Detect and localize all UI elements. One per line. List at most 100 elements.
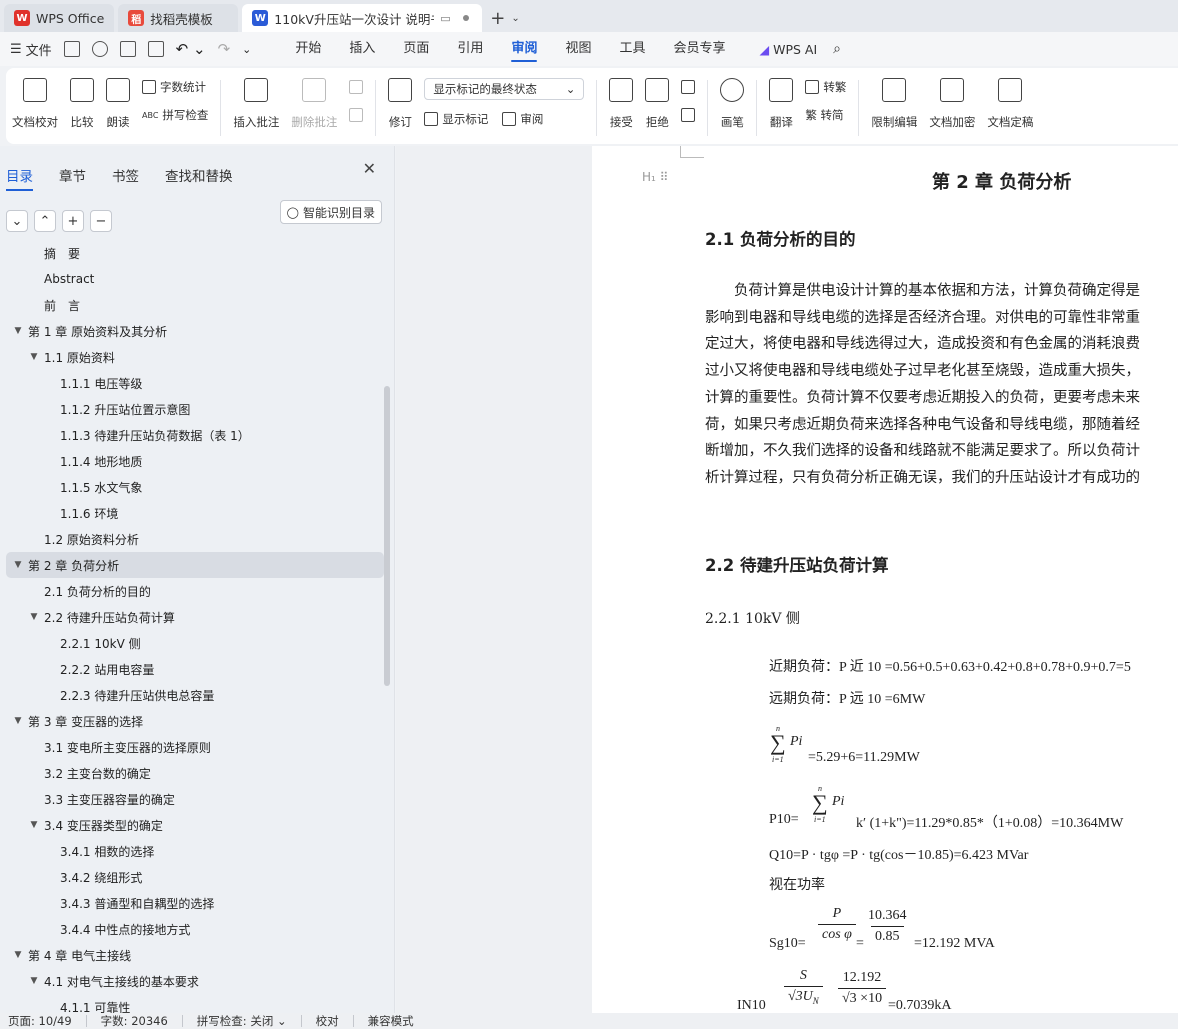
expand-arrow-icon[interactable]: ▼	[12, 950, 24, 960]
expand-arrow-icon[interactable]: ▼	[12, 326, 24, 336]
expand-arrow-icon[interactable]: ▼	[28, 612, 40, 622]
close-icon[interactable]: ✕	[363, 159, 376, 178]
translate-button[interactable]: 翻译	[763, 78, 799, 130]
toc-item[interactable]: 1.1.3 待建升压站负荷数据（表 1）	[6, 422, 384, 448]
toc-item[interactable]: ▼ 第 3 章 变压器的选择	[6, 708, 384, 734]
heading-level-icon[interactable]: H₁ ⠿	[642, 170, 668, 184]
toc-scrollbar[interactable]	[384, 386, 390, 686]
new-tab-button[interactable]: + ⌄	[490, 4, 519, 32]
prev-comment-button[interactable]	[349, 78, 364, 96]
proof-indicator[interactable]: 校对	[316, 1013, 353, 1029]
toc-item[interactable]: ▼ 2.2 待建升压站负荷计算	[6, 604, 384, 630]
collapse-down-button[interactable]: ⌄	[6, 210, 28, 232]
smart-toc-button[interactable]: ◯ 智能识别目录	[279, 200, 382, 224]
menu-tab-tools[interactable]: 工具	[605, 32, 659, 66]
monitor-icon[interactable]: ▭	[440, 12, 450, 25]
to-simplified-button[interactable]: 繁 转简	[805, 106, 846, 124]
redo-icon[interactable]: ↷	[218, 40, 231, 58]
encrypt-button[interactable]: 文档加密	[923, 78, 981, 130]
menu-tab-review[interactable]: 审阅	[497, 32, 551, 66]
toc-item[interactable]: ▼ 1.1 原始资料	[6, 344, 384, 370]
toc-item[interactable]: 1.1.2 升压站位置示意图	[6, 396, 384, 422]
restrict-edit-button[interactable]: 限制编辑	[865, 78, 923, 130]
toc-item[interactable]: 2.1 负荷分析的目的	[6, 578, 384, 604]
expand-arrow-icon[interactable]: ▼	[28, 352, 40, 362]
export-icon[interactable]	[91, 41, 108, 57]
print-preview-icon[interactable]	[147, 41, 164, 57]
page-indicator[interactable]: 页面: 10/49	[8, 1013, 86, 1029]
expand-arrow-icon[interactable]: ▼	[28, 820, 40, 830]
toc-item[interactable]: 摘 要	[6, 240, 384, 266]
menu-tab-member[interactable]: 会员专享	[659, 32, 739, 66]
toc-item[interactable]: 2.2.1 10kV 侧	[6, 630, 384, 656]
toc-item[interactable]: 前 言	[6, 292, 384, 318]
menu-tab-view[interactable]: 视图	[551, 32, 605, 66]
undo-icon[interactable]: ↶ ⌄	[176, 40, 206, 58]
toc-item[interactable]: ▼ 3.4 变压器类型的确定	[6, 812, 384, 838]
accept-button[interactable]: 接受	[603, 78, 639, 130]
toc-item[interactable]: 3.4.2 绕组形式	[6, 864, 384, 890]
reject-button[interactable]: 拒绝	[639, 78, 675, 130]
pen-button[interactable]: 画笔	[714, 78, 750, 130]
document-page[interactable]: H₁ ⠿ 第 2 章 负荷分析 2.1 负荷分析的目的 负荷计算是供电设计计算的…	[592, 146, 1178, 1013]
remove-heading-button[interactable]: −	[90, 210, 112, 232]
spell-check-indicator[interactable]: 拼写检查: 关闭 ⌄	[197, 1013, 301, 1029]
toc-item[interactable]: ▼ 4.1 对电气主接线的基本要求	[6, 968, 384, 994]
toc-item[interactable]: 1.1.4 地形地质	[6, 448, 384, 474]
spell-check-button[interactable]: ABC 拼写检查	[142, 106, 208, 124]
to-traditional-button[interactable]: 转繁	[805, 78, 846, 96]
add-heading-button[interactable]: +	[62, 210, 84, 232]
word-count-indicator[interactable]: 字数: 20346	[101, 1013, 182, 1029]
more-chevron-icon[interactable]: ⌄	[242, 43, 251, 56]
file-menu[interactable]: ☰ 文件	[10, 40, 52, 59]
menu-tab-home[interactable]: 开始	[281, 32, 335, 66]
toc-item[interactable]: ▼ 第 4 章 电气主接线	[6, 942, 384, 968]
prev-change-button[interactable]	[681, 78, 696, 96]
next-comment-button[interactable]	[349, 106, 364, 124]
next-change-button[interactable]	[681, 106, 696, 124]
read-aloud-button[interactable]: 朗读	[100, 78, 136, 130]
toc-item[interactable]: ▼ 第 1 章 原始资料及其分析	[6, 318, 384, 344]
print-icon[interactable]	[119, 41, 136, 57]
toc-item[interactable]: 2.2.3 待建升压站供电总容量	[6, 682, 384, 708]
tab-wps-office[interactable]: W WPS Office	[4, 4, 115, 32]
toc-item[interactable]: 1.1.5 水文气象	[6, 474, 384, 500]
toc-item[interactable]: 3.1 变电所主变压器的选择原则	[6, 734, 384, 760]
panel-tab-find-replace[interactable]: 查找和替换	[165, 165, 233, 185]
collapse-up-button[interactable]: ⌃	[34, 210, 56, 232]
toc-item[interactable]: 1.2 原始资料分析	[6, 526, 384, 552]
expand-arrow-icon[interactable]: ▼	[12, 716, 24, 726]
wps-ai-button[interactable]: ◢ WPS AI ⌕	[760, 41, 842, 57]
toc-item[interactable]: 3.4.4 中性点的接地方式	[6, 916, 384, 942]
toc-item[interactable]: 3.2 主变台数的确定	[6, 760, 384, 786]
compare-button[interactable]: 比较	[64, 78, 100, 130]
finalize-button[interactable]: 文档定稿	[981, 78, 1039, 130]
panel-tab-bookmarks[interactable]: 书签	[112, 165, 139, 185]
toc-item[interactable]: 1.1.6 环境	[6, 500, 384, 526]
search-icon[interactable]: ⌕	[833, 41, 841, 57]
menu-tab-insert[interactable]: 插入	[335, 32, 389, 66]
revise-button[interactable]: 修订	[382, 78, 418, 130]
save-icon[interactable]	[63, 41, 80, 57]
toc-item[interactable]: ▼ 第 2 章 负荷分析	[6, 552, 384, 578]
show-markup-button[interactable]: 显示标记	[424, 111, 488, 127]
toc-item[interactable]: 3.3 主变压器容量的确定	[6, 786, 384, 812]
toc-item[interactable]: Abstract	[6, 266, 384, 292]
tab-template[interactable]: 稻 找稻壳模板	[118, 4, 239, 32]
panel-tab-toc[interactable]: 目录	[6, 165, 33, 191]
menu-tab-references[interactable]: 引用	[443, 32, 497, 66]
markup-state-select[interactable]: 显示标记的最终状态 ⌄	[424, 78, 585, 100]
review-pane-button[interactable]: 审阅	[502, 111, 543, 127]
insert-comment-button[interactable]: 插入批注	[227, 78, 285, 130]
expand-arrow-icon[interactable]: ▼	[28, 976, 40, 986]
tab-document[interactable]: W 110kV升压站一次设计 说明书 ▭	[242, 4, 483, 32]
toc-item[interactable]: 3.4.3 普通型和自耦型的选择	[6, 890, 384, 916]
toc-item[interactable]: 3.4.1 相数的选择	[6, 838, 384, 864]
expand-arrow-icon[interactable]: ▼	[12, 560, 24, 570]
toc-item[interactable]: 2.2.2 站用电容量	[6, 656, 384, 682]
panel-tab-sections[interactable]: 章节	[59, 165, 86, 185]
word-count-button[interactable]: 字数统计	[142, 78, 208, 96]
chevron-down-icon[interactable]: ⌄	[511, 13, 519, 24]
toc-item[interactable]: 1.1.1 电压等级	[6, 370, 384, 396]
menu-tab-page[interactable]: 页面	[389, 32, 443, 66]
